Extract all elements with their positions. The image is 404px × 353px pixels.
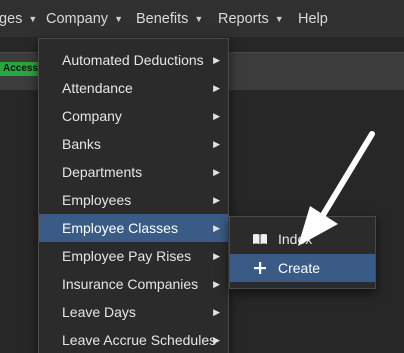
menu-item-employee-pay-rises[interactable]: Employee Pay Rises ▶ [39, 242, 228, 270]
menu-item-label: Leave Days [62, 304, 136, 320]
caret-right-icon: ▶ [213, 223, 220, 233]
nav-item-pages-label: ges [0, 11, 23, 27]
menu-item-banks[interactable]: Banks ▶ [39, 130, 228, 158]
menu-item-label: Employee Pay Rises [62, 248, 192, 264]
menu-item-leave-days[interactable]: Leave Days ▶ [39, 298, 228, 326]
company-dropdown-menu: Automated Deductions ▶ Attendance ▶ Comp… [38, 38, 229, 353]
caret-right-icon: ▶ [213, 307, 220, 317]
caret-right-icon: ▶ [213, 335, 220, 345]
caret-down-icon: ▼ [28, 14, 38, 24]
menu-item-insurance-companies[interactable]: Insurance Companies ▶ [39, 270, 228, 298]
submenu-item-label: Create [278, 260, 321, 276]
access-badge: Access [0, 62, 42, 76]
menu-item-label: Attendance [62, 80, 133, 96]
menu-item-label: Automated Deductions [62, 52, 204, 68]
caret-right-icon: ▶ [213, 251, 220, 261]
nav-item-benefits-label: Benefits [136, 11, 189, 27]
nav-item-company-label: Company [46, 11, 109, 27]
plus-icon [252, 262, 268, 274]
menu-item-label: Employee Classes [62, 220, 178, 236]
nav-item-benefits[interactable]: Benefits ▼ [136, 10, 203, 28]
caret-right-icon: ▶ [213, 279, 220, 289]
menu-item-automated-deductions[interactable]: Automated Deductions ▶ [39, 46, 228, 74]
submenu-item-create[interactable]: Create [230, 254, 375, 282]
top-navbar: ges ▼ Company ▼ Benefits ▼ Reports ▼ Hel… [0, 0, 404, 37]
menu-item-employee-classes[interactable]: Employee Classes ▶ [39, 214, 228, 242]
caret-right-icon: ▶ [213, 195, 220, 205]
caret-down-icon: ▼ [194, 14, 204, 24]
nav-item-reports[interactable]: Reports ▼ [218, 10, 284, 28]
nav-item-company[interactable]: Company ▼ [46, 10, 123, 28]
caret-right-icon: ▶ [213, 111, 220, 121]
nav-item-reports-label: Reports [218, 11, 269, 27]
book-icon [252, 233, 268, 245]
nav-item-help[interactable]: Help [298, 10, 328, 28]
nav-item-help-label: Help [298, 11, 328, 27]
menu-item-attendance[interactable]: Attendance ▶ [39, 74, 228, 102]
menu-item-departments[interactable]: Departments ▶ [39, 158, 228, 186]
menu-item-employees[interactable]: Employees ▶ [39, 186, 228, 214]
menu-item-label: Company [62, 108, 122, 124]
menu-item-label: Employees [62, 192, 132, 208]
menu-item-label: Leave Accrue Schedules [62, 332, 217, 348]
menu-item-company[interactable]: Company ▶ [39, 102, 228, 130]
caret-right-icon: ▶ [213, 55, 220, 65]
caret-down-icon: ▼ [114, 14, 123, 24]
nav-item-pages[interactable]: ges ▼ [0, 10, 37, 28]
caret-right-icon: ▶ [213, 139, 220, 149]
menu-item-label: Banks [62, 136, 101, 152]
caret-right-icon: ▶ [213, 167, 220, 177]
menu-item-label: Departments [62, 164, 143, 180]
menu-item-label: Insurance Companies [62, 276, 199, 292]
menu-item-leave-accrue-schedules[interactable]: Leave Accrue Schedules ▶ [39, 326, 228, 353]
caret-down-icon: ▼ [274, 14, 284, 24]
caret-right-icon: ▶ [213, 83, 220, 93]
annotation-arrow-icon [298, 131, 375, 246]
